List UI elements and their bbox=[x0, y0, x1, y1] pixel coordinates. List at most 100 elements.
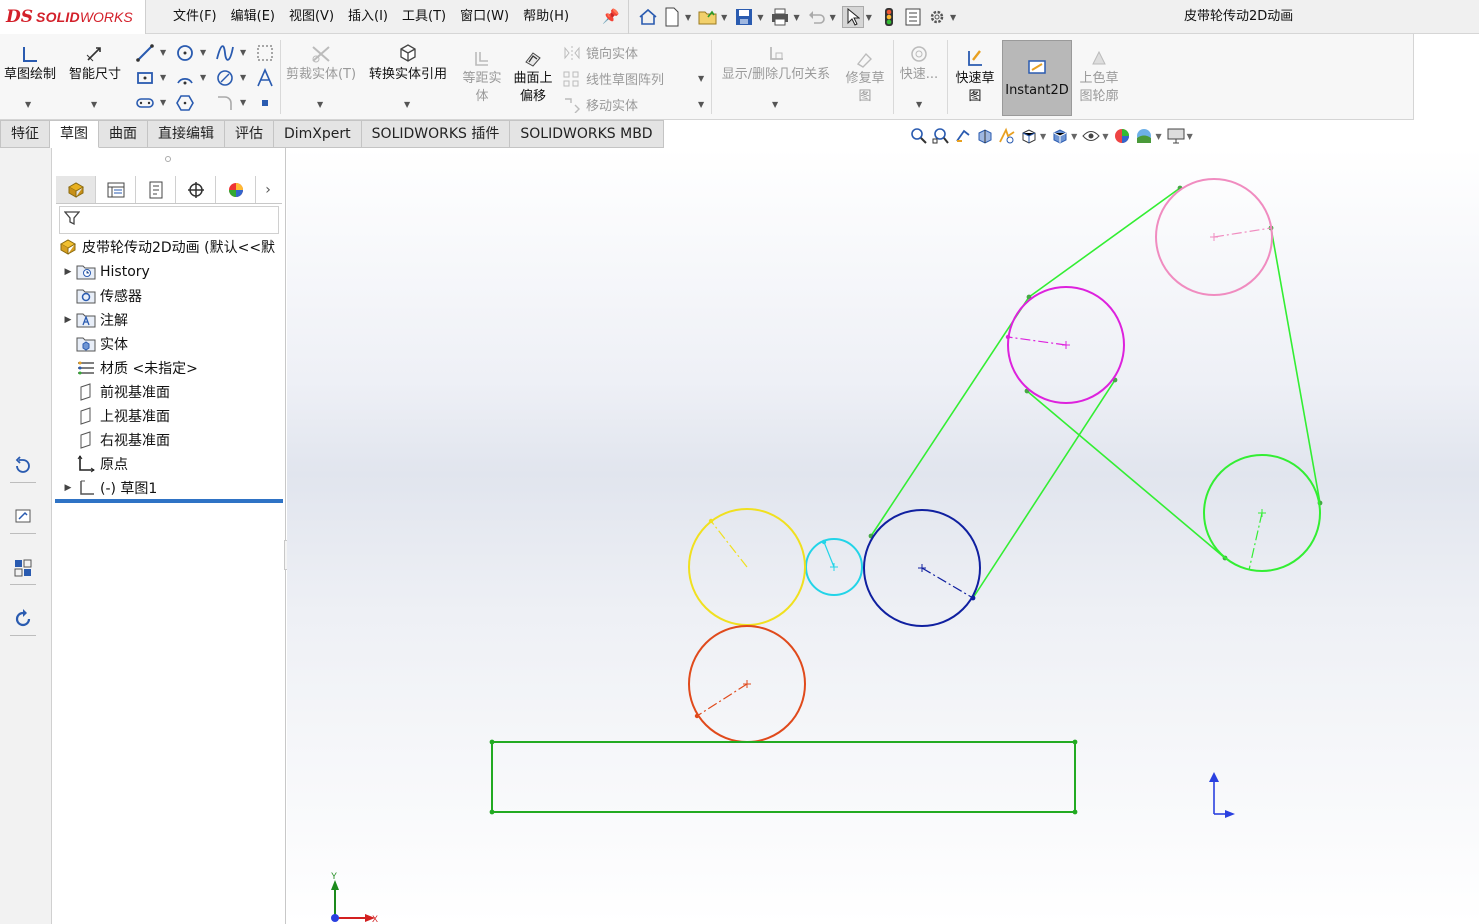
sketch-canvas[interactable]: Y X bbox=[287, 148, 1479, 924]
belt-segment[interactable] bbox=[1028, 187, 1181, 298]
pulley-blue[interactable] bbox=[863, 509, 981, 627]
belt-segment[interactable] bbox=[1026, 390, 1226, 559]
smart-dimension-button[interactable]: 智能尺寸 bbox=[64, 40, 126, 84]
rectangle-select-icon[interactable] bbox=[254, 42, 276, 64]
home-icon[interactable] bbox=[637, 6, 659, 28]
dynamic-annotation-icon[interactable] bbox=[996, 125, 1018, 147]
polygon-tool-icon[interactable] bbox=[174, 92, 196, 114]
rollback-bar[interactable] bbox=[55, 499, 283, 503]
offset-entities-button[interactable]: 等距实 体 bbox=[458, 48, 506, 106]
apply-scene-icon[interactable] bbox=[1133, 125, 1155, 147]
options-gear-icon[interactable] bbox=[926, 6, 948, 28]
text-tool-icon[interactable] bbox=[254, 67, 276, 89]
pulley-yellow[interactable] bbox=[688, 508, 806, 626]
slot-tool-icon[interactable] bbox=[134, 92, 156, 114]
tabs-scroll-right-icon[interactable]: › bbox=[256, 176, 280, 203]
tab-dimxpert[interactable]: DimXpert bbox=[274, 120, 362, 148]
menu-help[interactable]: 帮助(H) bbox=[516, 0, 576, 34]
menu-view[interactable]: 视图(V) bbox=[282, 0, 341, 34]
base-rectangle[interactable] bbox=[489, 739, 1078, 815]
hide-show-items-icon[interactable] bbox=[1080, 125, 1102, 147]
tab-solidworks-mbd[interactable]: SOLIDWORKS MBD bbox=[510, 120, 664, 148]
previous-view-icon[interactable] bbox=[952, 125, 974, 147]
tree-root-part[interactable]: 皮带轮传动2D动画 (默认<<默 bbox=[57, 235, 275, 259]
tree-item-sketch1[interactable]: ▶ (-) 草图1 bbox=[61, 476, 157, 500]
tab-evaluate[interactable]: 评估 bbox=[225, 120, 274, 148]
tree-filter-field[interactable] bbox=[59, 206, 279, 234]
zoom-to-area-icon[interactable] bbox=[930, 125, 952, 147]
display-style-dropdown-icon[interactable]: ▼ bbox=[1071, 132, 1077, 141]
tree-item-annotations[interactable]: ▶ 注解 bbox=[61, 308, 128, 332]
menu-insert[interactable]: 插入(I) bbox=[341, 0, 395, 34]
sketch-dropdown-icon[interactable]: ▼ bbox=[25, 100, 31, 109]
pulley-pink[interactable] bbox=[1155, 178, 1273, 296]
display-relations-button[interactable]: 显示/删除几何关系 bbox=[714, 40, 838, 84]
new-document-icon[interactable] bbox=[661, 6, 683, 28]
zoom-to-fit-icon[interactable] bbox=[908, 125, 930, 147]
rebuild-icon[interactable] bbox=[878, 6, 900, 28]
view-settings-dropdown-icon[interactable]: ▼ bbox=[1187, 132, 1193, 141]
belt-segment[interactable] bbox=[870, 296, 1030, 537]
mirror-entities-button[interactable]: 镜向实体 bbox=[562, 43, 638, 62]
tree-item-top-plane[interactable]: 上视基准面 bbox=[61, 404, 170, 428]
view-settings-icon[interactable] bbox=[1165, 125, 1187, 147]
spline-dropdown-icon[interactable]: ▼ bbox=[240, 48, 246, 57]
pulley-green[interactable] bbox=[1203, 454, 1321, 572]
dimension-dropdown-icon[interactable]: ▼ bbox=[91, 100, 97, 109]
expand-arrow-icon[interactable]: ▶ bbox=[61, 483, 75, 493]
fillet-dropdown-icon[interactable]: ▼ bbox=[240, 73, 246, 82]
tree-item-solid-bodies[interactable]: 实体 bbox=[61, 332, 128, 356]
configuration-manager-tab-icon[interactable] bbox=[136, 176, 176, 203]
circle-tool-icon[interactable] bbox=[174, 42, 196, 64]
panel-grip-icon[interactable] bbox=[165, 156, 171, 162]
move-entities-button[interactable]: 移动实体 bbox=[562, 95, 638, 114]
instant2d-button[interactable]: Instant2D bbox=[1002, 40, 1072, 116]
sketch-button[interactable]: 草图绘制 bbox=[0, 40, 60, 84]
tab-direct-editing[interactable]: 直接编辑 bbox=[148, 120, 225, 148]
quick-snaps-button[interactable]: 快速... bbox=[896, 40, 942, 84]
save-icon[interactable] bbox=[733, 6, 755, 28]
fillet-tool-icon[interactable] bbox=[214, 67, 236, 89]
solidworks-logo[interactable]: DS SOLID WORKS bbox=[0, 0, 146, 34]
file-properties-icon[interactable] bbox=[902, 6, 924, 28]
view-orientation-dropdown-icon[interactable]: ▼ bbox=[1040, 132, 1046, 141]
select-dropdown-icon[interactable]: ▼ bbox=[866, 13, 872, 22]
belt-segment[interactable] bbox=[972, 379, 1116, 599]
dimxpert-manager-tab-icon[interactable] bbox=[176, 176, 216, 203]
view-orientation-icon[interactable] bbox=[1018, 125, 1040, 147]
tree-item-sensors[interactable]: 传感器 bbox=[61, 284, 142, 308]
sketch-fillet-dropdown-icon[interactable]: ▼ bbox=[240, 98, 246, 107]
save-dropdown-icon[interactable]: ▼ bbox=[757, 13, 763, 22]
sketch-view-icon[interactable] bbox=[10, 504, 36, 530]
rotate-view-icon[interactable] bbox=[10, 453, 36, 479]
section-view-icon[interactable] bbox=[974, 125, 996, 147]
circle-dropdown-icon[interactable]: ▼ bbox=[200, 48, 206, 57]
offset-on-surface-button[interactable]: 曲面上 偏移 bbox=[508, 48, 558, 106]
tree-item-history[interactable]: ▶ History bbox=[61, 260, 150, 284]
refresh-view-icon[interactable] bbox=[10, 606, 36, 632]
property-manager-tab-icon[interactable] bbox=[96, 176, 136, 203]
menu-edit[interactable]: 编辑(E) bbox=[224, 0, 282, 34]
shaded-sketch-contours-button[interactable]: 上色草 图轮廓 bbox=[1074, 48, 1124, 106]
tree-item-origin[interactable]: 原点 bbox=[61, 452, 128, 476]
tree-item-material[interactable]: 材质 <未指定> bbox=[61, 356, 198, 380]
snaps-dropdown-icon[interactable]: ▼ bbox=[916, 100, 922, 109]
pulley-cyan[interactable] bbox=[805, 538, 863, 596]
line-dropdown-icon[interactable]: ▼ bbox=[160, 48, 166, 57]
menu-file[interactable]: 文件(F) bbox=[166, 0, 224, 34]
options-dropdown-icon[interactable]: ▼ bbox=[950, 13, 956, 22]
tree-item-right-plane[interactable]: 右视基准面 bbox=[61, 428, 170, 452]
pulley-orange[interactable] bbox=[688, 625, 806, 743]
feature-tree-tab-icon[interactable] bbox=[56, 176, 96, 203]
arc-dropdown-icon[interactable]: ▼ bbox=[200, 73, 206, 82]
open-folder-icon[interactable] bbox=[697, 6, 719, 28]
menu-window[interactable]: 窗口(W) bbox=[453, 0, 516, 34]
convert-dropdown-icon[interactable]: ▼ bbox=[404, 100, 410, 109]
move-dropdown-icon[interactable]: ▼ bbox=[698, 100, 704, 109]
relations-dropdown-icon[interactable]: ▼ bbox=[772, 100, 778, 109]
sketch-fillet-icon[interactable] bbox=[214, 92, 236, 114]
spline-tool-icon[interactable] bbox=[214, 42, 236, 64]
edit-appearance-icon[interactable] bbox=[1111, 125, 1133, 147]
rectangle-dropdown-icon[interactable]: ▼ bbox=[160, 73, 166, 82]
point-tool-icon[interactable] bbox=[254, 92, 276, 114]
